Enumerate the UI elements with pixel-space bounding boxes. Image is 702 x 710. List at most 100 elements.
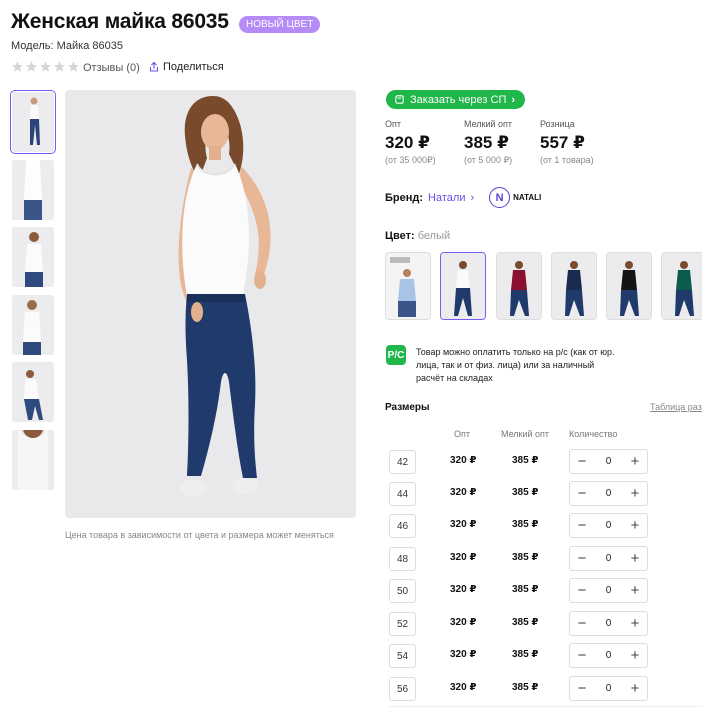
column-header-quantity: Количество [569, 429, 618, 439]
price-label: Розница [540, 119, 575, 129]
size-row: 52 320 ₽ 385 ₽ −0 + [389, 611, 702, 636]
size-chip[interactable]: 48 [389, 547, 416, 571]
sizes-heading: Размеры [385, 402, 430, 413]
new-color-badge: НОВЫЙ ЦВЕТ [239, 16, 321, 33]
size-chip[interactable]: 56 [389, 677, 416, 701]
size-row: 50 320 ₽ 385 ₽ −0 + [389, 578, 702, 603]
plus-icon[interactable]: + [623, 515, 647, 537]
opt-price: 320 ₽ [450, 455, 477, 466]
size-row: 46 320 ₽ 385 ₽ −0 + [389, 513, 702, 538]
chevron-right-icon: › [470, 191, 475, 204]
brand-label: Бренд: [385, 191, 424, 204]
small-opt-price: 385 ₽ [512, 487, 539, 498]
small-opt-price: 385 ₽ [512, 584, 539, 595]
price-note: (от 35 000₽) [385, 155, 436, 165]
opt-price: 320 ₽ [450, 519, 477, 530]
color-swatch[interactable] [661, 252, 702, 320]
chevron-right-icon: › [511, 93, 516, 106]
size-table-link[interactable]: Таблица раз [650, 402, 702, 412]
color-value: белый [417, 230, 451, 242]
payment-note: Товар можно оплатить только на р/с (как … [416, 347, 615, 383]
brand-link[interactable]: Натали [428, 192, 465, 204]
size-chip[interactable]: 42 [389, 450, 416, 474]
price-retail: Розница 557 ₽ (от 1 товара) [540, 119, 594, 165]
color-row: Цвет: белый [385, 230, 450, 242]
cart-icon [395, 95, 404, 104]
quantity-stepper: −0 + [569, 676, 648, 701]
quantity-stepper: −0 + [569, 643, 648, 668]
plus-icon[interactable]: + [623, 548, 647, 570]
share-label: Поделиться [163, 61, 224, 73]
minus-icon[interactable]: − [570, 580, 594, 602]
price-value: 557 ₽ [540, 133, 585, 152]
gallery-thumbnail[interactable] [12, 227, 54, 287]
gallery-thumbnail[interactable] [12, 160, 54, 220]
main-product-image[interactable] [65, 90, 356, 518]
quantity-value[interactable]: 0 [594, 520, 623, 531]
price-label: Опт [385, 119, 401, 129]
column-header-opt: Опт [454, 429, 470, 439]
plus-icon[interactable]: + [623, 645, 647, 667]
quantity-value[interactable]: 0 [594, 553, 623, 564]
brand-row: Бренд: Натали › N NATALI [385, 187, 541, 208]
color-label: Цвет: [385, 230, 415, 242]
color-swatch[interactable] [496, 252, 542, 320]
gallery-thumbnail[interactable] [12, 362, 54, 422]
quantity-value[interactable]: 0 [594, 585, 623, 596]
minus-icon[interactable]: − [570, 483, 594, 505]
small-opt-price: 385 ₽ [512, 519, 539, 530]
quantity-stepper: −0 + [569, 513, 648, 538]
small-opt-price: 385 ₽ [512, 649, 539, 660]
price-wholesale: Опт 320 ₽ (от 35 000₽) [385, 119, 436, 166]
gallery-thumbnail[interactable] [10, 90, 56, 154]
price-note: (от 5 000 ₽) [464, 155, 513, 165]
plus-icon[interactable]: + [623, 580, 647, 602]
price-value: 385 ₽ [464, 133, 509, 152]
color-swatch[interactable] [551, 252, 597, 320]
rating-stars[interactable] [11, 60, 80, 73]
price-disclaimer: Цена товара в зависимости от цвета и раз… [65, 530, 334, 540]
star-icon [26, 61, 37, 72]
minus-icon[interactable]: − [570, 515, 594, 537]
quantity-value[interactable]: 0 [594, 618, 623, 629]
size-chip[interactable]: 44 [389, 482, 416, 506]
gallery-thumbnail[interactable] [12, 295, 54, 355]
size-chip[interactable]: 50 [389, 579, 416, 603]
minus-icon[interactable]: − [570, 451, 594, 473]
star-icon [68, 61, 79, 72]
quantity-value[interactable]: 0 [594, 456, 623, 467]
quantity-value[interactable]: 0 [594, 488, 623, 499]
order-via-sp-label: Заказать через СП [410, 93, 507, 106]
size-row: 48 320 ₽ 385 ₽ −0 + [389, 546, 702, 571]
size-chip[interactable]: 52 [389, 612, 416, 636]
minus-icon[interactable]: − [570, 548, 594, 570]
plus-icon[interactable]: + [623, 451, 647, 473]
quantity-value[interactable]: 0 [594, 683, 623, 694]
quantity-value[interactable]: 0 [594, 650, 623, 661]
star-icon [40, 61, 51, 72]
quantity-stepper: −0 + [569, 449, 648, 474]
minus-icon[interactable]: − [570, 613, 594, 635]
plus-icon[interactable]: + [623, 678, 647, 700]
share-button[interactable]: Поделиться [148, 61, 224, 73]
brand-logo[interactable]: N NATALI [489, 187, 541, 208]
minus-icon[interactable]: − [570, 678, 594, 700]
reviews-link[interactable]: Отзывы (0) [83, 62, 140, 74]
color-swatch[interactable] [606, 252, 652, 320]
minus-icon[interactable]: − [570, 645, 594, 667]
order-via-sp-button[interactable]: Заказать через СП › [386, 90, 526, 109]
opt-price: 320 ₽ [450, 487, 477, 498]
plus-icon[interactable]: + [623, 483, 647, 505]
gallery-thumbnail[interactable] [12, 430, 54, 490]
opt-price: 320 ₽ [450, 552, 477, 563]
size-row: 44 320 ₽ 385 ₽ −0 + [389, 481, 702, 506]
opt-price: 320 ₽ [450, 584, 477, 595]
plus-icon[interactable]: + [623, 613, 647, 635]
model-label: Модель: Майка 86035 [11, 40, 123, 52]
small-opt-price: 385 ₽ [512, 455, 539, 466]
color-swatch[interactable] [385, 252, 431, 320]
size-chip[interactable]: 54 [389, 644, 416, 668]
color-swatch-selected[interactable] [440, 252, 486, 320]
natali-logo-icon: N [489, 187, 511, 208]
size-chip[interactable]: 46 [389, 514, 416, 538]
